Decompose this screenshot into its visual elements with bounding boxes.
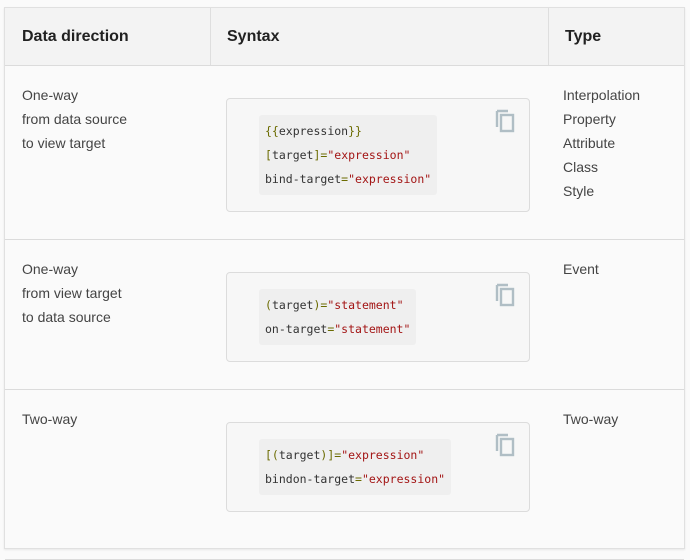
direction-line: One-way	[22, 261, 79, 277]
type-item: Attribute	[563, 135, 616, 151]
table-header: Data direction Syntax Type	[5, 8, 684, 66]
code-token: )]=	[320, 448, 342, 462]
direction-line: to view target	[22, 135, 106, 151]
code-token: expression	[278, 124, 349, 138]
code-token: bindon-target	[265, 472, 356, 486]
type-item: Property	[563, 111, 616, 127]
code-line: bindon-target="expression"	[265, 467, 445, 491]
code-token: (	[265, 298, 272, 312]
code-block[interactable]: [(target)]="expression" bindon-target="ex…	[259, 439, 452, 495]
type-item: Class	[563, 159, 599, 175]
code-token: [	[265, 148, 272, 162]
code-token: on-target	[265, 322, 328, 336]
copy-icon[interactable]	[495, 283, 515, 307]
code-line: [(target)]="expression"	[265, 443, 445, 467]
code-token: ]=	[313, 148, 328, 162]
code-line: [target]="expression"	[265, 143, 431, 167]
data-direction: Two-way	[22, 407, 77, 431]
code-token: bind-target	[265, 172, 342, 186]
direction-line: to data source	[22, 309, 111, 325]
data-direction: One-way from data source to view target	[22, 83, 127, 155]
code-token: )=	[313, 298, 328, 312]
direction-line: One-way	[22, 87, 79, 103]
code-token: "statement"	[334, 322, 411, 336]
code-line: bind-target="expression"	[265, 167, 431, 191]
binding-type: Event	[563, 257, 599, 281]
code-example: (target)="statement" on-target="statement…	[226, 272, 530, 362]
copy-icon[interactable]	[495, 433, 515, 457]
code-example: {{expression}} [target]="expression" bind-…	[226, 98, 530, 212]
code-token: "statement"	[327, 298, 404, 312]
code-block[interactable]: {{expression}} [target]="expression" bind-…	[259, 115, 438, 195]
code-token: [(	[265, 448, 279, 462]
direction-line: from view target	[22, 285, 122, 301]
code-token: }}	[348, 124, 362, 138]
direction-line: Two-way	[22, 411, 78, 427]
binding-type: Two-way	[563, 407, 618, 431]
type-item: Event	[563, 261, 599, 277]
code-example: [(target)]="expression" bindon-target="ex…	[226, 422, 530, 512]
header-syntax: Syntax	[227, 28, 280, 45]
table-row: One-way from view target to data source (ta…	[5, 239, 684, 390]
code-token: "expression"	[348, 172, 432, 186]
code-block[interactable]: (target)="statement" on-target="statement…	[259, 289, 417, 345]
code-line: {{expression}}	[265, 119, 431, 143]
code-token: target	[271, 148, 314, 162]
copy-icon[interactable]	[495, 109, 515, 133]
code-token: target	[271, 298, 314, 312]
code-line: on-target="statement"	[265, 317, 410, 341]
type-item: Interpolation	[563, 87, 641, 103]
code-token: {{	[265, 124, 279, 138]
table-row: One-way from data source to view target {{e…	[5, 65, 684, 240]
code-token: "expression"	[341, 448, 425, 462]
direction-line: from data source	[22, 111, 128, 127]
code-token: "expression"	[327, 148, 411, 162]
code-line: (target)="statement"	[265, 293, 410, 317]
binding-syntax-table: Data direction Syntax Type One-way from d…	[4, 7, 685, 560]
binding-type: Interpolation Property Attribute Class Style	[563, 83, 640, 203]
type-item: Two-way	[563, 411, 619, 427]
code-token: =	[355, 472, 362, 486]
header-data-direction: Data direction	[22, 28, 129, 45]
code-token: "expression"	[361, 472, 446, 486]
code-token: target	[278, 448, 321, 462]
data-direction: One-way from view target to data source	[22, 257, 122, 329]
type-item: Style	[563, 183, 595, 199]
header-type: Type	[565, 28, 602, 45]
table-row: Two-way [(target)]="expression" bindon-tar…	[5, 389, 684, 560]
